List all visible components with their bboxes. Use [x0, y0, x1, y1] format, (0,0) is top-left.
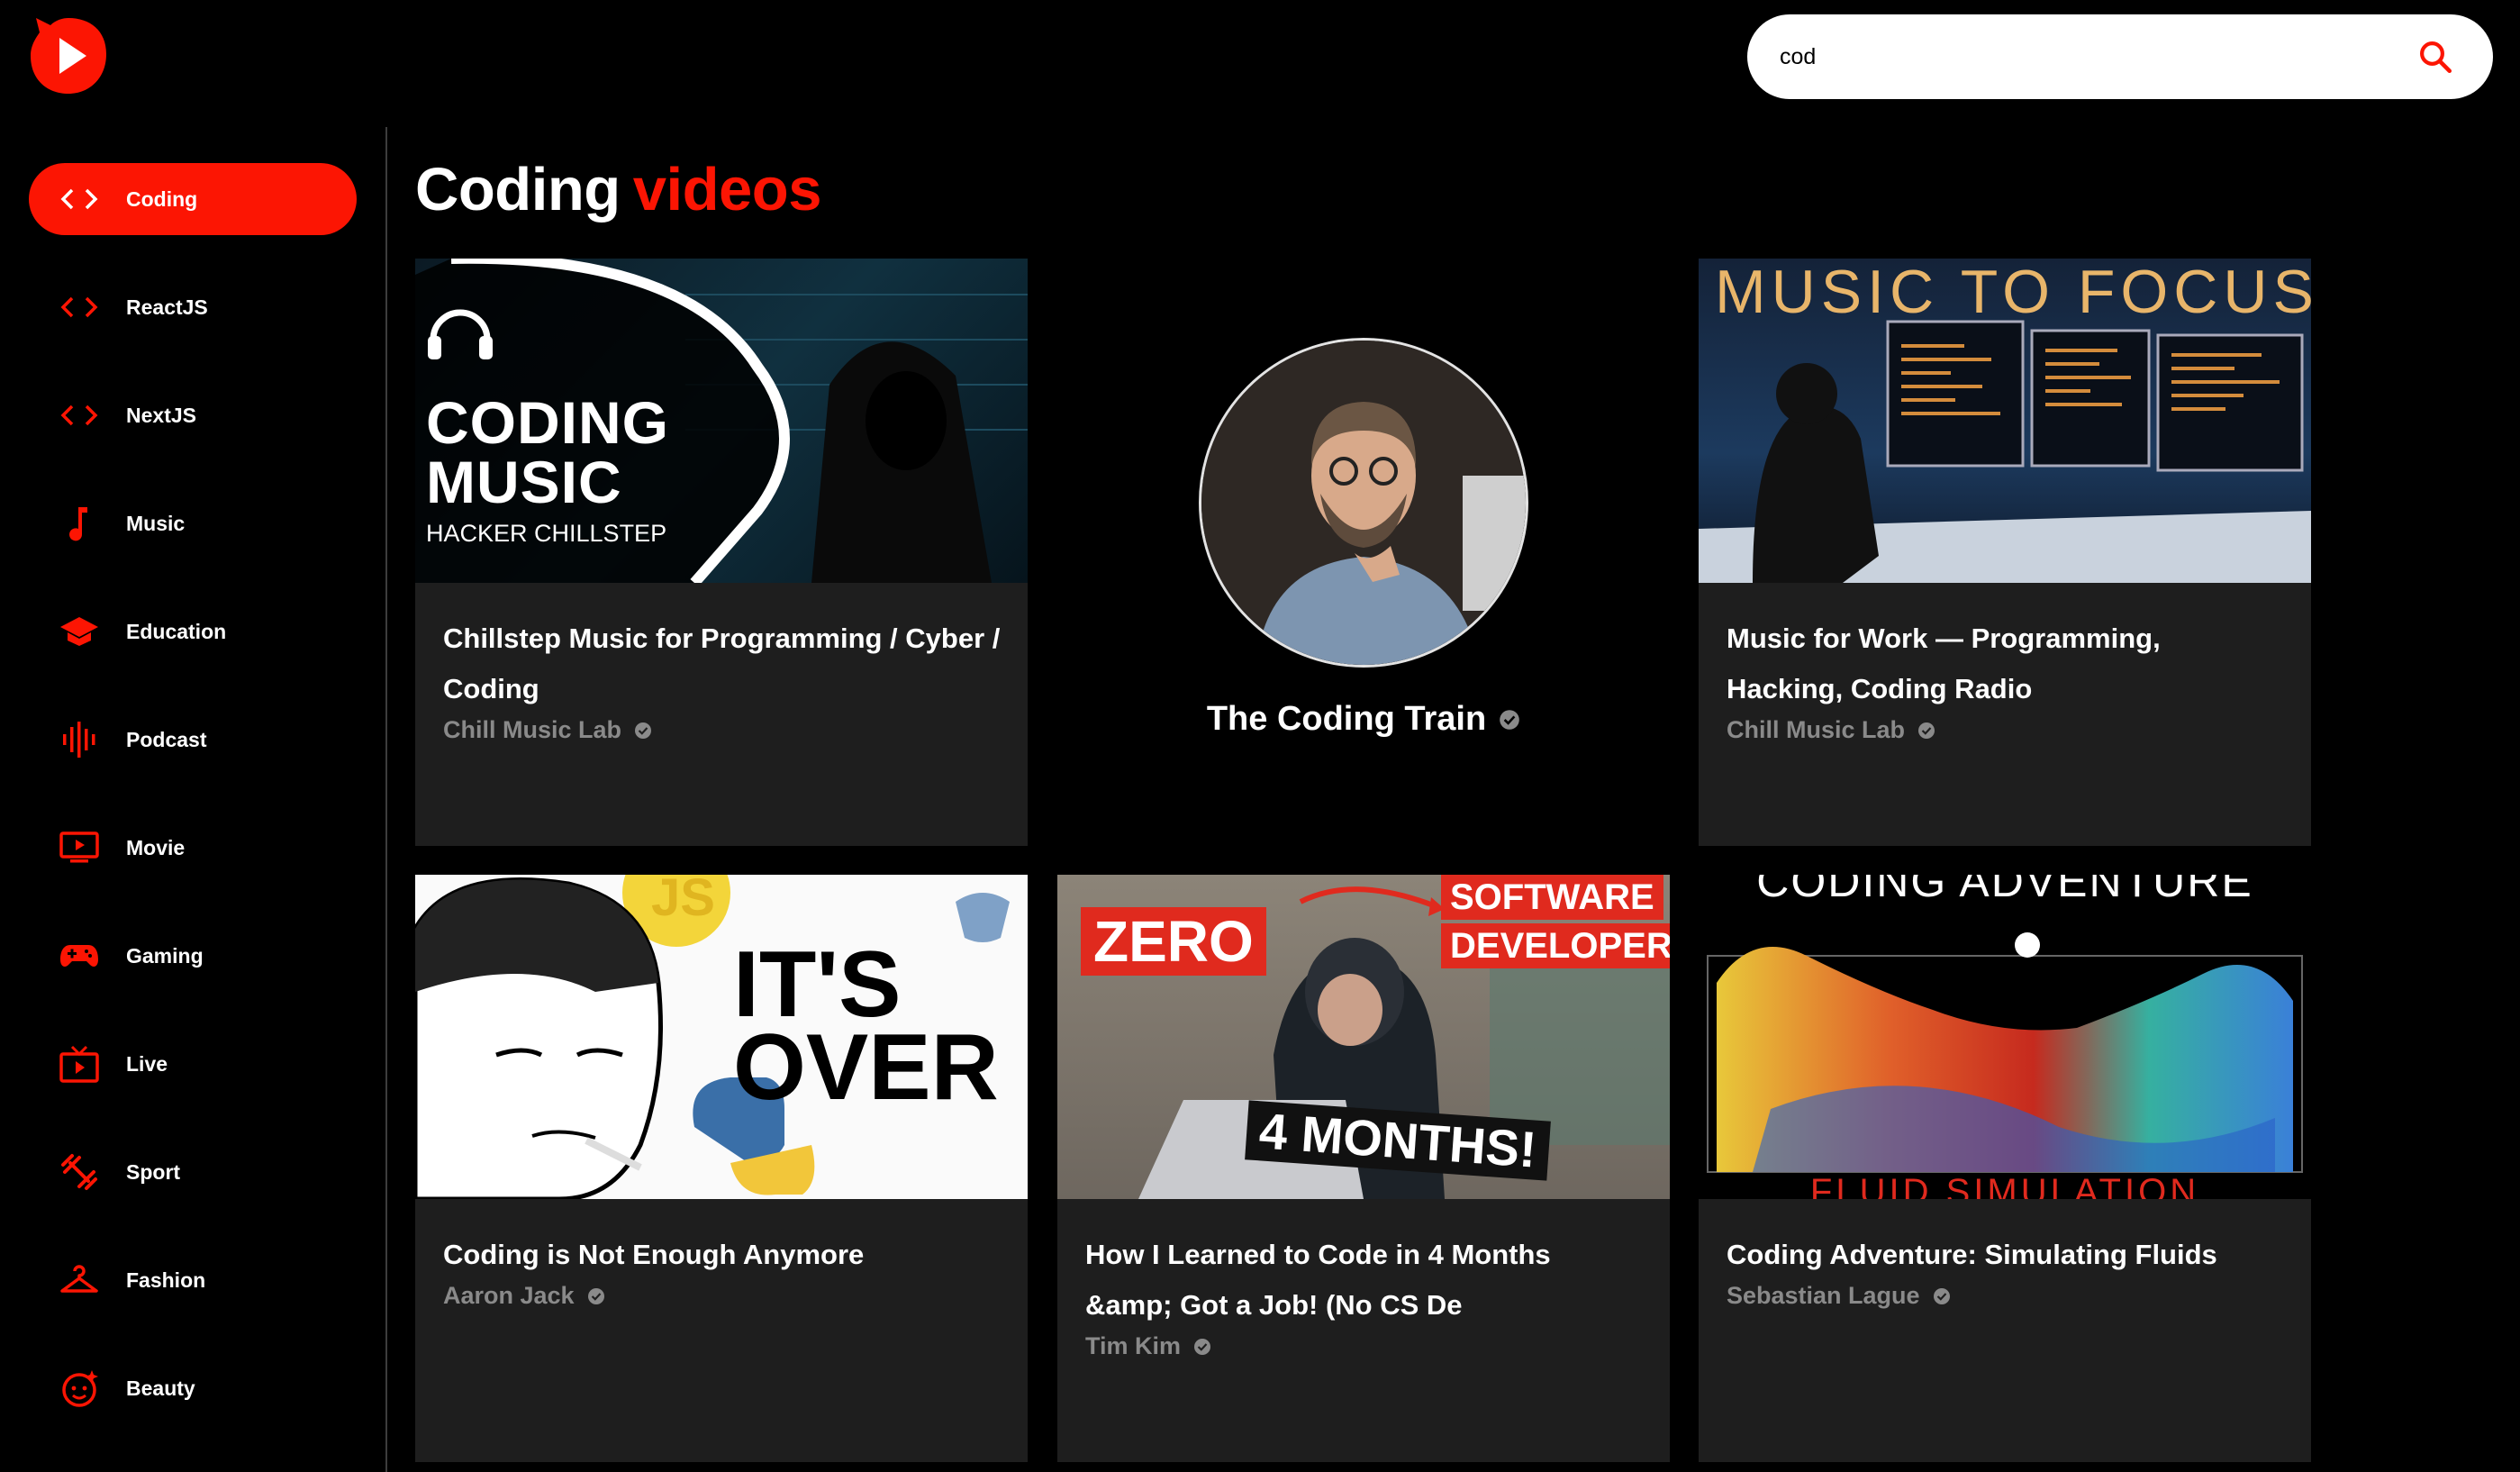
thumbnail-text-line-1: ZERO	[1081, 907, 1266, 976]
video-thumbnail[interactable]: IT'S OVER JS	[415, 875, 1028, 1199]
video-title[interactable]: Coding is Not Enough Anymore	[443, 1230, 1001, 1280]
page-title-main: Coding	[415, 156, 621, 223]
sidebar-item-label: Movie	[126, 835, 186, 859]
code-icon	[52, 287, 106, 327]
sidebar-item-podcast[interactable]: Podcast	[29, 704, 357, 776]
sidebar-item-label: ReactJS	[126, 295, 208, 319]
verified-check-icon	[1933, 1287, 1950, 1304]
video-card[interactable]: MUSIC TO FOCUS Music for Work — Programm…	[1699, 259, 2311, 846]
channel-name: Sebastian Lague	[1727, 1282, 1920, 1309]
channel-card[interactable]: The Coding Train	[1057, 259, 1670, 846]
search-input[interactable]	[1780, 43, 2410, 70]
sidebar-item-education[interactable]: Education	[29, 595, 357, 668]
video-thumbnail[interactable]: MUSIC TO FOCUS	[1699, 259, 2311, 583]
sidebar-item-live[interactable]: Live	[29, 1028, 357, 1100]
ondemand-video-icon	[52, 828, 106, 868]
page-title-accent: videos	[632, 156, 822, 223]
thumbnail-text-line-2: FLUID SIMULATION	[1809, 1172, 2200, 1199]
thumbnail-art	[1707, 932, 2303, 1173]
sidebar-item-label: Sport	[126, 1159, 181, 1184]
sidebar-item-movie[interactable]: Movie	[29, 812, 357, 884]
thumbnail-text-line-3: HACKER CHILLSTEP	[426, 520, 667, 547]
verified-check-icon	[587, 1287, 604, 1304]
sidebar-item-gaming[interactable]: Gaming	[29, 920, 357, 992]
channel-title[interactable]: The Coding Train	[1057, 700, 1670, 739]
verified-check-icon	[1194, 1338, 1211, 1355]
sidebar-item-label: Education	[126, 619, 227, 643]
channel-link[interactable]: Aaron Jack	[443, 1282, 1001, 1310]
sidebar-item-label: Fashion	[126, 1268, 206, 1292]
app-logo[interactable]	[27, 14, 110, 97]
thumbnail-text-line-1: MUSIC TO FOCUS	[1715, 259, 2311, 326]
channel-link[interactable]: Sebastian Lague	[1727, 1282, 2284, 1310]
thumbnail-text-line-2: SOFTWARE	[1441, 875, 1663, 920]
video-thumbnail[interactable]: ZERO SOFTWARE DEVELOPER 4 MONTHS!	[1057, 875, 1670, 1199]
sidebar-item-nextjs[interactable]: NextJS	[29, 379, 357, 451]
fitness-icon	[52, 1152, 106, 1192]
sidebar-item-fashion[interactable]: Fashion	[29, 1244, 357, 1316]
graphic-eq-icon	[52, 720, 106, 759]
search-bar	[1747, 14, 2493, 99]
sidebar-item-label: Music	[126, 511, 186, 535]
code-icon	[52, 395, 106, 435]
thumbnail-text-line-3: JS	[651, 875, 715, 927]
sidebar-item-label: Coding	[126, 186, 198, 211]
channel-avatar-photo	[1201, 341, 1526, 665]
sidebar-item-beauty[interactable]: Beauty	[29, 1352, 357, 1424]
sidebar-item-label: Live	[126, 1051, 168, 1076]
channel-avatar[interactable]	[1199, 338, 1528, 668]
video-card[interactable]: IT'S OVER JS Coding is Not Enough Anymor…	[415, 875, 1028, 1462]
thumbnail-text-line-2: OVER	[733, 1015, 999, 1120]
thumbnail-text-line-1: CODING	[426, 389, 669, 456]
checkroom-icon	[52, 1260, 106, 1300]
sidebar-item-label: Gaming	[126, 943, 204, 968]
music-note-icon	[52, 504, 106, 543]
video-title[interactable]: Chillstep Music for Programming / Cyber …	[443, 613, 1001, 714]
sidebar-item-label: Beauty	[126, 1376, 195, 1400]
page-title: Coding videos	[415, 155, 821, 224]
channel-link[interactable]: Tim Kim	[1085, 1332, 1643, 1360]
gamepad-icon	[52, 936, 106, 976]
channel-name: Chill Music Lab	[1727, 716, 1906, 743]
verified-check-icon	[1918, 722, 1935, 739]
play-logo-icon	[31, 18, 106, 94]
channel-link[interactable]: Chill Music Lab	[1727, 716, 2284, 744]
sidebar: Coding ReactJS NextJS Music Education Po…	[0, 127, 387, 1472]
sidebar-item-reactjs[interactable]: ReactJS	[29, 271, 357, 343]
face-retouching-icon	[52, 1368, 106, 1408]
thumbnail-text-line-1: CODING ADVENTURE	[1756, 875, 2253, 906]
channel-name: Aaron Jack	[443, 1282, 575, 1309]
video-thumbnail[interactable]: CODING ADVENTURE FLUID SIMULATION	[1699, 875, 2311, 1199]
search-icon	[2420, 41, 2452, 74]
live-tv-icon	[52, 1044, 106, 1084]
verified-check-icon	[1500, 709, 1519, 730]
channel-name: Tim Kim	[1085, 1332, 1182, 1359]
verified-check-icon	[635, 722, 652, 739]
search-button[interactable]	[2410, 32, 2461, 82]
thumbnail-text-line-3: DEVELOPER	[1441, 923, 1670, 968]
video-title[interactable]: How I Learned to Code in 4 Months &amp; …	[1085, 1230, 1643, 1331]
sidebar-item-music[interactable]: Music	[29, 487, 357, 559]
video-card[interactable]: CODING MUSIC HACKER CHILLSTEP Chillstep …	[415, 259, 1028, 846]
channel-name: Chill Music Lab	[443, 716, 622, 743]
school-icon	[52, 612, 106, 651]
video-card[interactable]: CODING ADVENTURE FLUID SIMULATION Coding…	[1699, 875, 2311, 1462]
sidebar-item-label: Podcast	[126, 727, 207, 751]
sidebar-item-label: NextJS	[126, 403, 196, 427]
thumbnail-text-line-2: MUSIC	[426, 449, 622, 515]
sidebar-item-sport[interactable]: Sport	[29, 1136, 357, 1208]
video-title[interactable]: Music for Work — Programming, Hacking, C…	[1727, 613, 2284, 714]
video-card[interactable]: ZERO SOFTWARE DEVELOPER 4 MONTHS! How I …	[1057, 875, 1670, 1462]
channel-link[interactable]: Chill Music Lab	[443, 716, 1001, 744]
code-icon	[52, 179, 106, 219]
video-thumbnail[interactable]: CODING MUSIC HACKER CHILLSTEP	[415, 259, 1028, 583]
video-title[interactable]: Coding Adventure: Simulating Fluids	[1727, 1230, 2284, 1280]
channel-name: The Coding Train	[1206, 700, 1487, 738]
sidebar-item-coding[interactable]: Coding	[29, 163, 357, 235]
